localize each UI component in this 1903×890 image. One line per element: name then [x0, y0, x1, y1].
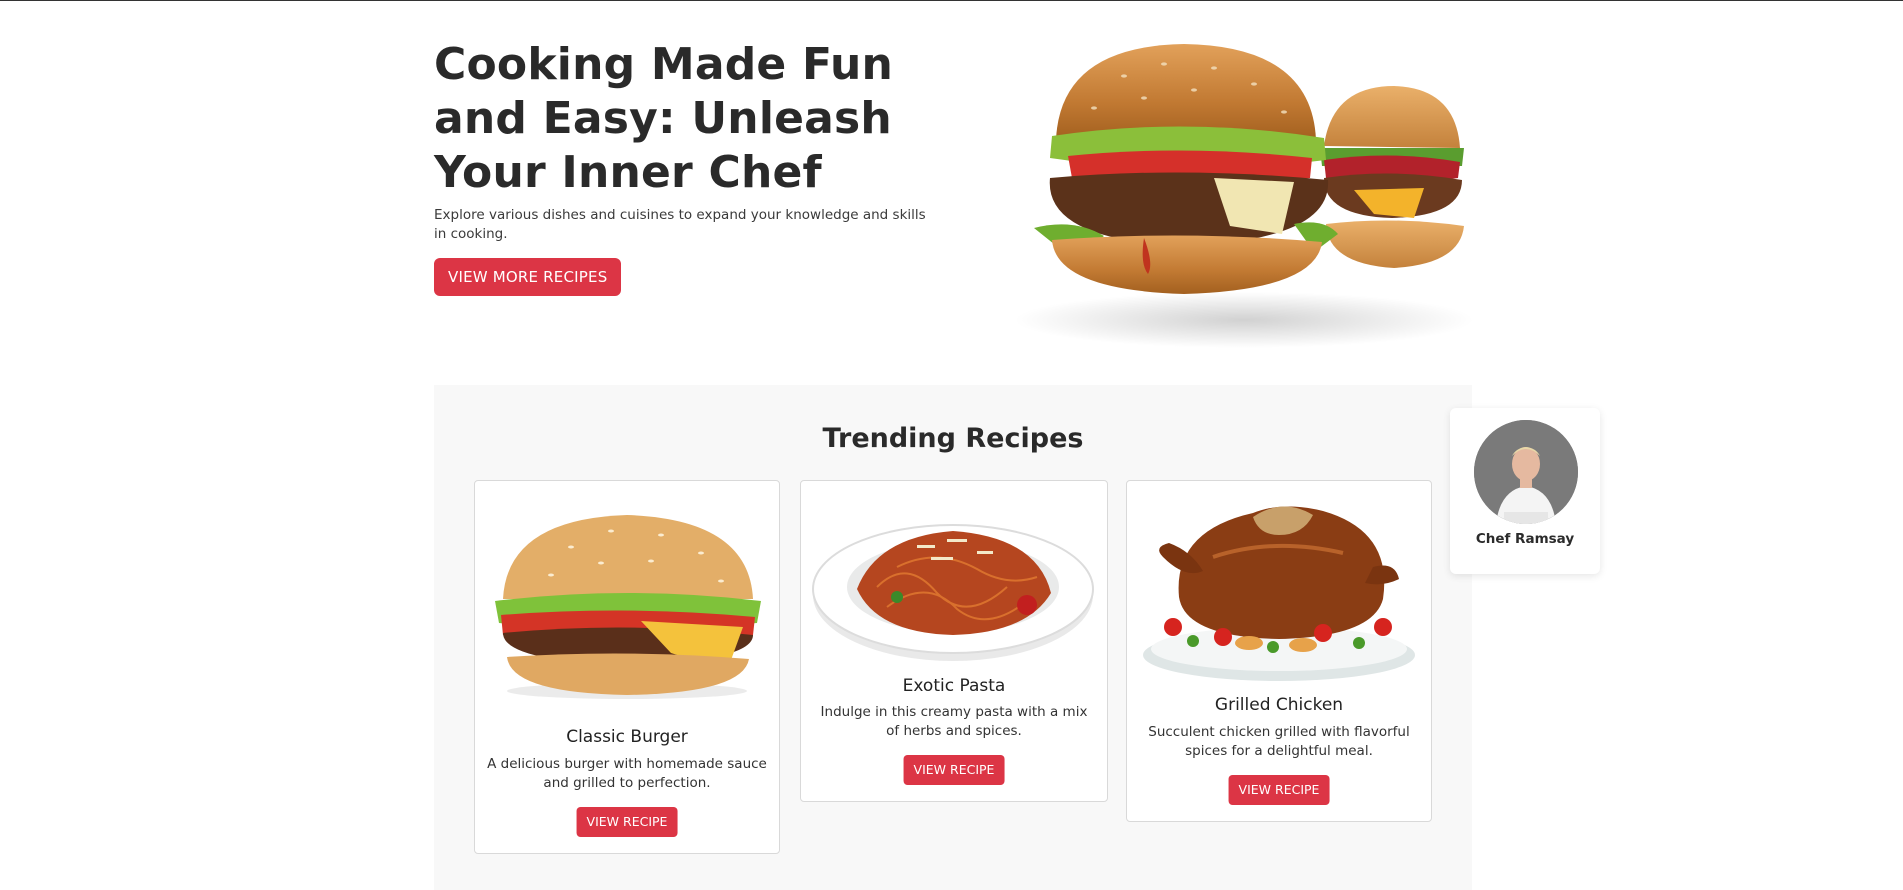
hero-subtitle: Explore various dishes and cuisines to e…	[434, 207, 926, 242]
burgers-image	[1014, 44, 1472, 348]
hero-title: Cooking Made Fun and Easy: Unleash Your …	[434, 39, 894, 198]
recipe-description: Indulge in this creamy pasta with a mix …	[820, 704, 1088, 739]
view-recipe-button[interactable]: VIEW RECIPE	[903, 755, 1005, 785]
recipe-description: A delicious burger with homemade sauce a…	[487, 756, 767, 791]
hero-section: Cooking Made Fun and Easy: Unleash Your …	[434, 38, 1472, 358]
recipe-title: Classic Burger	[566, 727, 688, 747]
trending-recipes-section: Trending Recipes Classic Burger A delici…	[434, 385, 1472, 890]
pasta-image	[812, 524, 1094, 661]
view-recipe-button[interactable]: VIEW RECIPE	[1228, 775, 1330, 805]
recipe-title: Exotic Pasta	[902, 676, 1006, 696]
chicken-image	[1143, 506, 1415, 681]
recipe-card-exotic-pasta: Exotic Pasta Indulge in this creamy past…	[800, 480, 1108, 802]
chef-name: Chef Ramsay	[1475, 531, 1575, 547]
recipe-card-grilled-chicken: Grilled Chicken Succulent chicken grille…	[1126, 480, 1432, 822]
recipe-title: Grilled Chicken	[1214, 695, 1344, 715]
section-title: Trending Recipes	[822, 423, 1084, 454]
top-border	[0, 0, 1903, 1]
burger-image	[495, 515, 761, 699]
chef-avatar	[1474, 420, 1578, 524]
chef-card[interactable]: Chef Ramsay	[1450, 408, 1600, 574]
recipe-description: Succulent chicken grilled with flavorful…	[1148, 724, 1410, 759]
view-recipe-button[interactable]: VIEW RECIPE	[576, 807, 678, 837]
view-more-recipes-button[interactable]: VIEW MORE RECIPES	[434, 258, 622, 296]
chef-avatar-image	[1474, 420, 1578, 524]
recipe-card-classic-burger: Classic Burger A delicious burger with h…	[474, 480, 780, 854]
